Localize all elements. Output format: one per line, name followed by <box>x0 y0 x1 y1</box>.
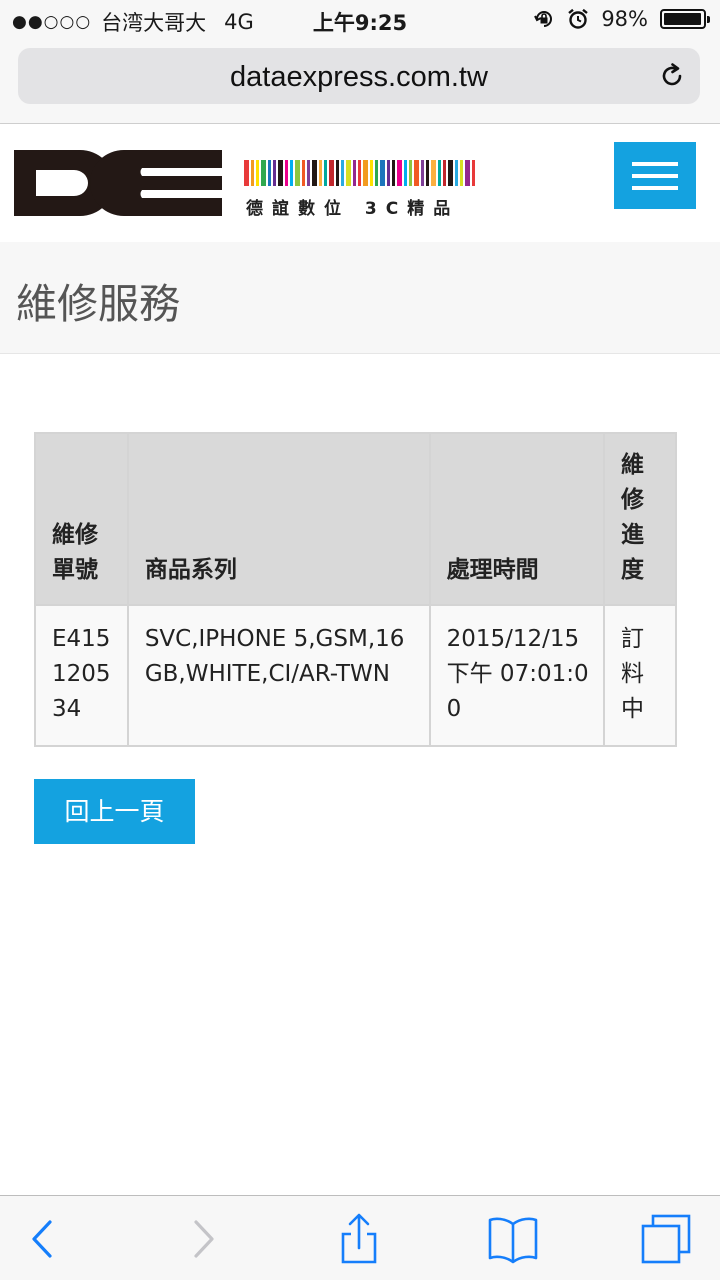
repair-status-table: 維修單號 商品系列 處理時間 維修進度 E415120534 SVC,IPHON… <box>34 432 677 747</box>
barcode-stripe <box>414 160 419 186</box>
barcode-stripe <box>472 160 475 186</box>
barcode-stripe <box>302 160 305 186</box>
color-barcode <box>244 160 475 186</box>
barcode-stripe <box>409 160 412 186</box>
barcode-stripe <box>392 160 395 186</box>
hamburger-menu-icon-bar <box>632 174 678 178</box>
site-header: 德誼數位 3C精品 <box>0 124 720 242</box>
barcode-stripe <box>244 160 249 186</box>
barcode-stripe <box>341 160 344 186</box>
url-text[interactable]: dataexpress.com.tw <box>18 61 700 94</box>
barcode-stripe <box>431 160 436 186</box>
cell-product: SVC,IPHONE 5,GSM,16GB,WHITE,CI/AR-TWN <box>126 604 431 747</box>
bookmarks-icon[interactable] <box>483 1210 543 1270</box>
forward-icon[interactable] <box>174 1210 234 1270</box>
barcode-stripe <box>421 160 424 186</box>
barcode-stripe <box>261 160 266 186</box>
cell-time: 2015/12/15 下午 07:01:00 <box>428 604 606 747</box>
barcode-stripe <box>295 160 300 186</box>
barcode-stripe <box>358 160 361 186</box>
barcode-stripe <box>336 160 339 186</box>
logo-tagline: 德誼數位 3C精品 <box>246 199 460 219</box>
reload-icon[interactable] <box>658 62 686 90</box>
header-status: 維修進度 <box>603 432 677 606</box>
hamburger-menu-icon-bar <box>632 186 678 190</box>
share-icon[interactable] <box>329 1210 389 1270</box>
barcode-stripe <box>370 160 373 186</box>
barcode-stripe <box>290 160 293 186</box>
address-bar[interactable]: dataexpress.com.tw <box>18 48 700 104</box>
barcode-stripe <box>329 160 334 186</box>
barcode-stripe <box>353 160 356 186</box>
cell-order-no: E415120534 <box>34 604 129 747</box>
menu-button[interactable] <box>614 142 696 209</box>
barcode-stripe <box>346 160 351 186</box>
barcode-stripe <box>426 160 429 186</box>
tabs-icon[interactable] <box>636 1210 696 1270</box>
browser-toolbar <box>0 1195 720 1280</box>
battery-icon <box>660 9 710 29</box>
barcode-stripe <box>397 160 402 186</box>
page-title: 維修服務 <box>16 280 180 328</box>
barcode-stripe <box>465 160 470 186</box>
header-product: 商品系列 <box>126 432 431 606</box>
barcode-stripe <box>363 160 368 186</box>
de-logo-mark <box>14 150 222 216</box>
barcode-stripe <box>380 160 385 186</box>
barcode-stripe <box>438 160 441 186</box>
barcode-stripe <box>387 160 390 186</box>
site-logo[interactable]: 德誼數位 3C精品 <box>14 148 484 219</box>
barcode-stripe <box>273 160 276 186</box>
orientation-lock-icon <box>534 11 553 27</box>
status-bar: ●●○○○ 台湾大哥大 4G 上午9:25 98% <box>0 0 720 40</box>
header-order-no: 維修單號 <box>34 432 129 606</box>
battery-percent: 98% <box>601 7 648 31</box>
barcode-stripe <box>460 160 463 186</box>
back-to-previous-page-button[interactable]: 回上一頁 <box>34 779 195 844</box>
barcode-stripe <box>285 160 288 186</box>
barcode-stripe <box>443 160 446 186</box>
barcode-stripe <box>312 160 317 186</box>
barcode-stripe <box>448 160 453 186</box>
barcode-stripe <box>324 160 327 186</box>
battery-fill <box>664 13 702 25</box>
table-row: E415120534 SVC,IPHONE 5,GSM,16GB,WHITE,C… <box>34 604 677 747</box>
barcode-stripe <box>319 160 322 186</box>
hamburger-menu-icon <box>632 162 678 166</box>
page-title-band: 維修服務 <box>0 242 720 354</box>
barcode-stripe <box>307 160 310 186</box>
browser-address-area: dataexpress.com.tw <box>0 40 720 124</box>
barcode-stripe <box>256 160 259 186</box>
table-header-row: 維修單號 商品系列 處理時間 維修進度 <box>34 432 677 606</box>
status-right: 98% <box>533 7 710 31</box>
barcode-stripe <box>278 160 283 186</box>
barcode-stripe <box>251 160 254 186</box>
barcode-stripe <box>268 160 271 186</box>
header-time: 處理時間 <box>428 432 606 606</box>
alarm-icon <box>568 8 589 29</box>
cell-status: 訂料中 <box>603 604 677 747</box>
back-icon[interactable] <box>12 1210 72 1270</box>
barcode-stripe <box>455 160 458 186</box>
barcode-stripe <box>404 160 407 186</box>
barcode-stripe <box>375 160 378 186</box>
